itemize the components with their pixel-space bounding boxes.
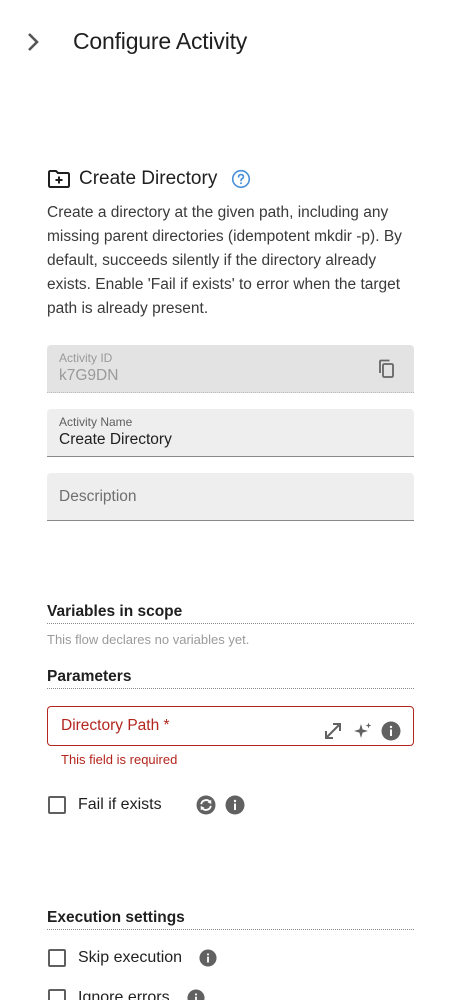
variables-note: This flow declares no variables yet. (47, 632, 250, 647)
sparkle-icon[interactable] (353, 721, 373, 746)
description-field[interactable]: Description (47, 473, 414, 521)
info-icon[interactable] (199, 949, 217, 967)
description-placeholder: Description (59, 488, 137, 505)
activity-description: Create a directory at the given path, in… (47, 204, 402, 317)
fail-if-exists-row: Fail if exists (47, 793, 245, 817)
activity-name-label: Activity Name (59, 415, 133, 429)
sync-icon[interactable] (196, 795, 216, 815)
info-icon[interactable] (381, 721, 401, 746)
copy-icon[interactable] (376, 358, 398, 380)
collapse-panel-button[interactable] (22, 29, 44, 55)
header-bar: Configure Activity (0, 0, 470, 84)
activity-id-value: k7G9DN (59, 367, 119, 384)
activity-name-field[interactable]: Activity Name Create Directory (47, 409, 414, 457)
chevron-right-icon (28, 33, 39, 51)
activity-id-label: Activity ID (59, 351, 113, 365)
activity-heading: Create Directory (47, 165, 251, 193)
activity-name-input[interactable]: Create Directory (59, 431, 359, 449)
skip-execution-label: Skip execution (78, 949, 183, 966)
ignore-errors-label: Ignore errors (78, 989, 170, 1000)
directory-path-field[interactable]: Directory Path * (47, 706, 414, 746)
help-circle-icon[interactable] (231, 169, 251, 189)
info-icon[interactable] (187, 989, 205, 1000)
directory-path-label: Directory Path * (61, 717, 170, 734)
activity-id-field: Activity ID k7G9DN (47, 345, 414, 393)
ignore-errors-row: Ignore errors (47, 986, 205, 1000)
variables-section-title: Variables in scope (47, 603, 414, 624)
create-folder-icon (48, 170, 70, 188)
directory-path-error: This field is required (61, 752, 178, 767)
ignore-errors-checkbox[interactable] (48, 989, 66, 1000)
skip-execution-row: Skip execution (47, 946, 217, 970)
directory-path-actions (323, 721, 401, 746)
execution-section-title: Execution settings (47, 909, 414, 930)
parameters-section-title: Parameters (47, 668, 414, 689)
info-icon[interactable] (225, 795, 245, 815)
activity-title: Create Directory (79, 168, 218, 189)
expand-arrows-icon[interactable] (323, 721, 343, 746)
page-title: Configure Activity (73, 28, 248, 54)
fail-if-exists-checkbox[interactable] (48, 796, 66, 814)
skip-execution-checkbox[interactable] (48, 949, 66, 967)
fail-if-exists-label: Fail if exists (78, 796, 162, 813)
